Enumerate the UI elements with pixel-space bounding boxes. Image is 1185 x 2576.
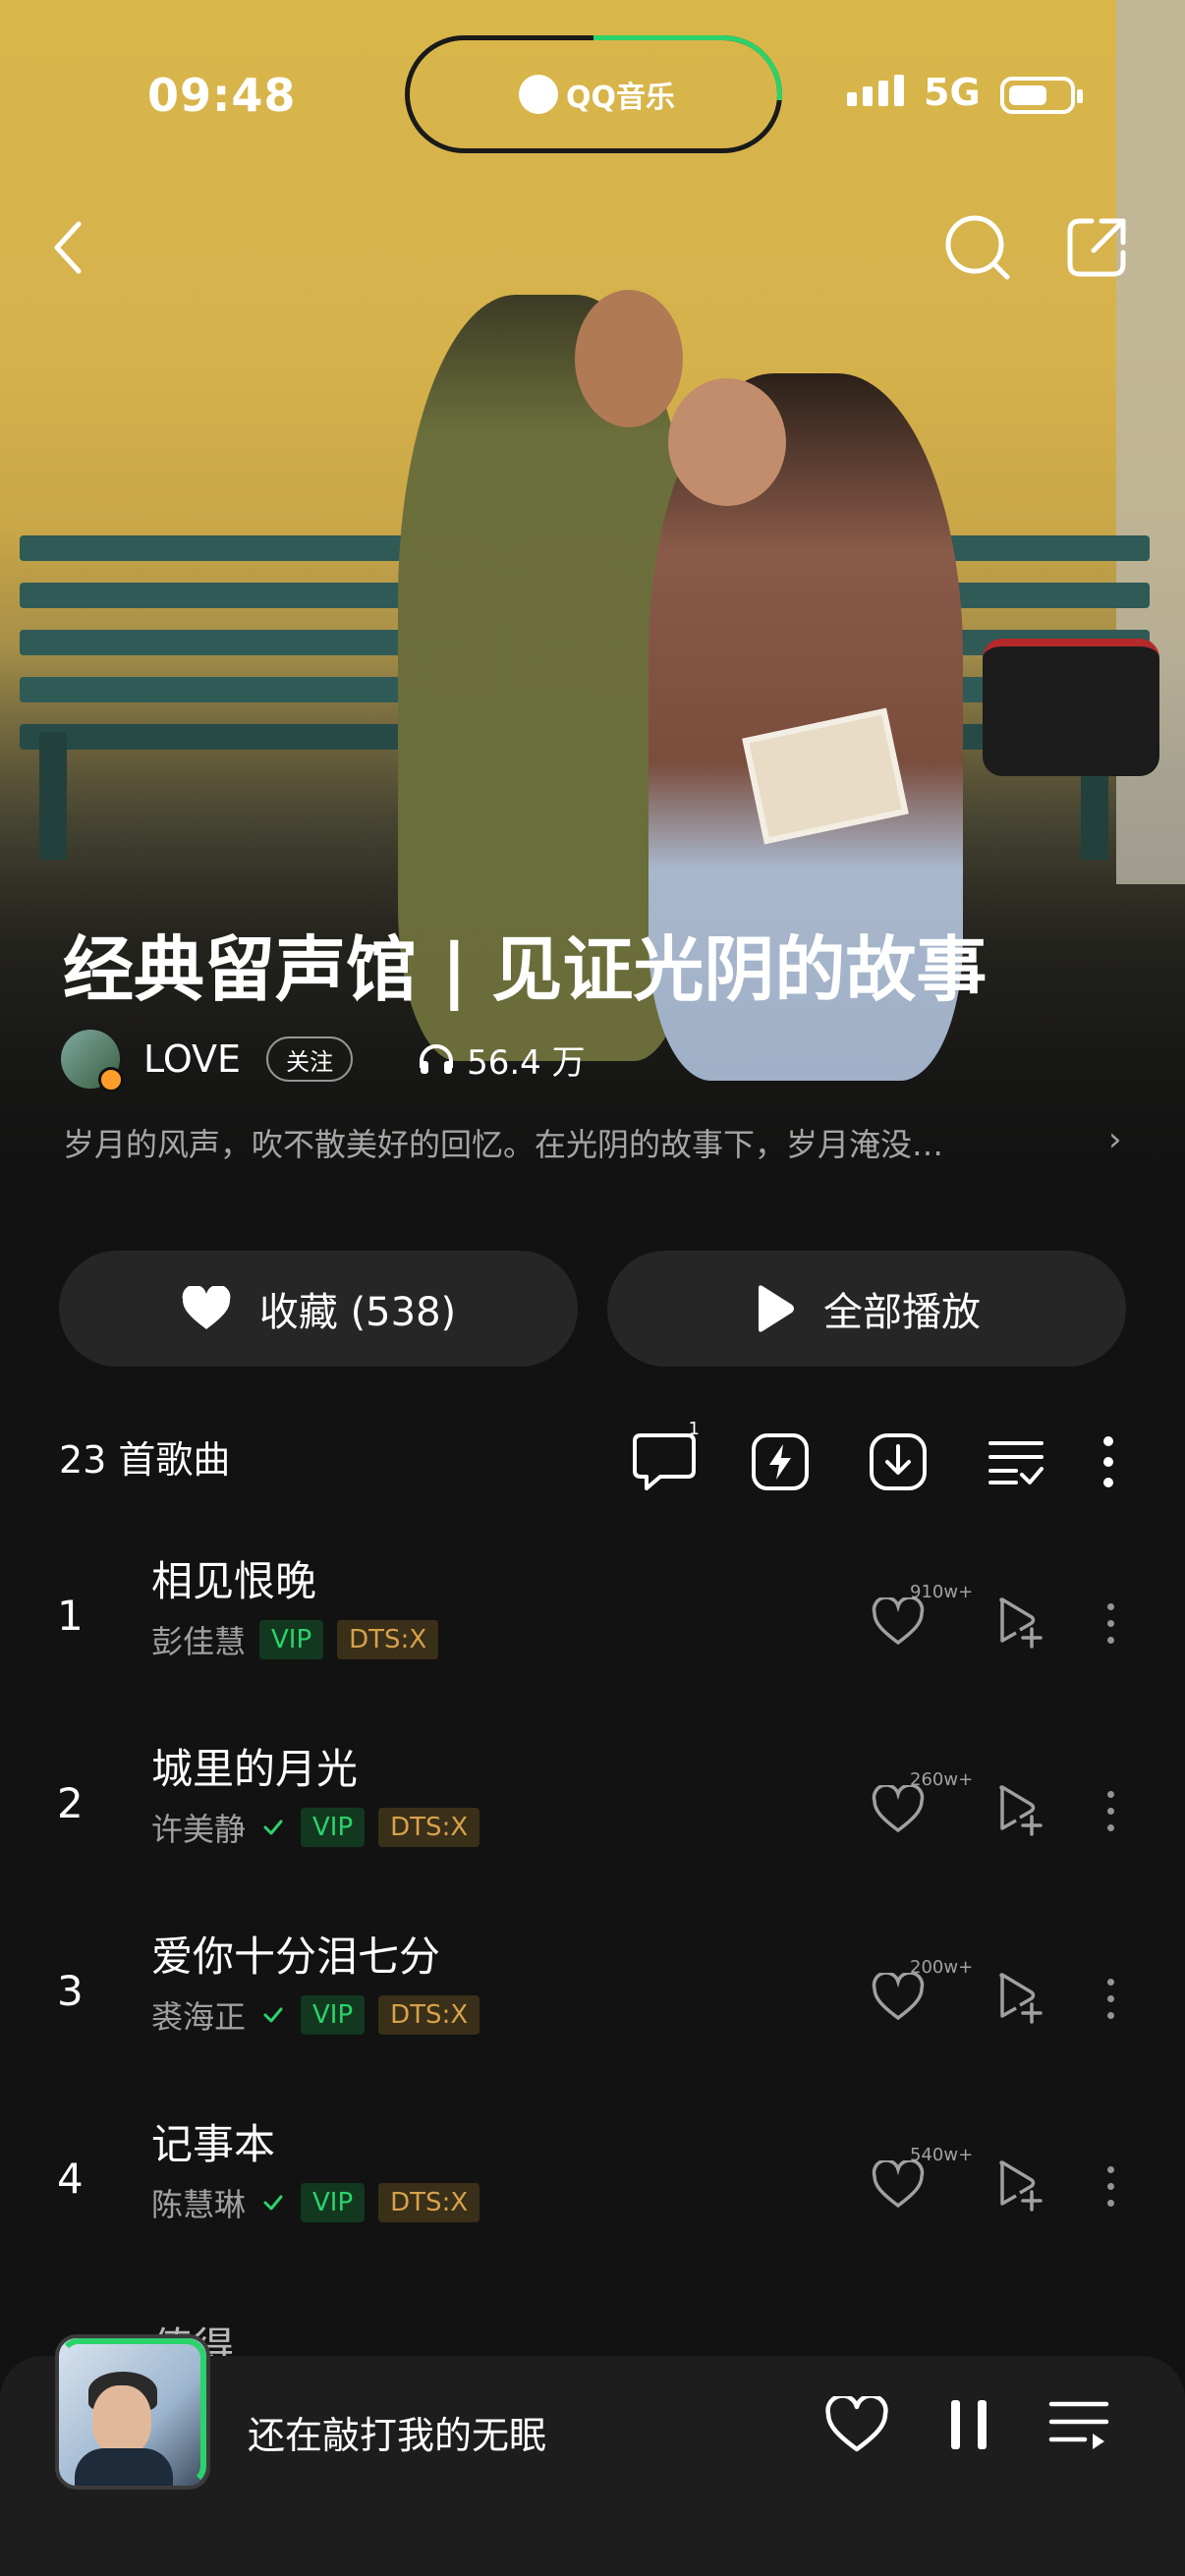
verified-icon (259, 1814, 287, 1841)
like-button[interactable] (818, 2385, 896, 2464)
song-more-button[interactable] (1091, 1783, 1130, 1838)
playback-progress-ring (59, 2338, 206, 2486)
dts-badge: DTS:X (378, 1995, 480, 2035)
comments-button[interactable]: 1 (627, 1419, 702, 1499)
battery-icon (1000, 77, 1083, 114)
playlist-queue-button[interactable] (1040, 2385, 1118, 2464)
heart-outline-icon[interactable] (871, 2160, 926, 2210)
pause-button[interactable] (930, 2385, 1008, 2464)
song-row[interactable]: 2 城里的月光 许美静 VIP DTS:X 260w+ (0, 1714, 1185, 1901)
list-toolbar: 1 (0, 1419, 1185, 1499)
headphones-icon (420, 1044, 454, 1074)
description-expand-icon[interactable]: › (1108, 1120, 1122, 1159)
heart-outline-icon[interactable] (871, 1597, 926, 1647)
more-vertical-icon (1103, 1436, 1113, 1487)
share-button[interactable] (1057, 208, 1136, 287)
back-button[interactable] (29, 208, 108, 287)
song-row[interactable]: 1 相见恨晚 彭佳慧 VIP DTS:X 910w+ (0, 1527, 1185, 1713)
download-icon (870, 1433, 927, 1490)
play-next-icon[interactable] (992, 2158, 1047, 2213)
play-all-button[interactable]: 全部播放 (607, 1251, 1126, 1367)
song-subtitle: 陈慧琳 VIP DTS:X (151, 2180, 480, 2225)
network-type: 5G (924, 71, 981, 114)
like-count: 260w+ (910, 1769, 974, 1790)
verified-icon (259, 2189, 287, 2216)
pause-icon (951, 2400, 987, 2449)
now-playing-title[interactable]: 还在敲打我的无眠 (248, 2405, 546, 2459)
vip-badge: VIP (301, 1808, 366, 1847)
heart-outline-icon[interactable] (871, 1785, 926, 1834)
level-badge-icon (98, 1067, 124, 1092)
status-bar: 09:48 QQ音乐 5G (0, 0, 1185, 196)
queue-icon (1048, 2401, 1109, 2449)
clock: 09:48 (147, 69, 297, 122)
favorite-button[interactable]: 收藏 (538) (59, 1251, 578, 1367)
playlist-title: 经典留声馆 | 见证光阴的故事 (63, 928, 988, 1011)
play-icon (759, 1285, 794, 1332)
dts-badge: DTS:X (378, 2183, 480, 2222)
now-playing-cover[interactable] (55, 2334, 210, 2490)
artist-name: 许美静 (151, 1811, 247, 1848)
song-number: 2 (57, 1779, 84, 1827)
quick-play-button[interactable] (743, 1425, 818, 1499)
island-app-label: QQ音乐 (519, 73, 675, 116)
song-subtitle: 裘海正 VIP DTS:X (151, 1992, 480, 2038)
song-title: 城里的月光 (151, 1745, 359, 1793)
chevron-left-icon (54, 221, 82, 274)
play-next-icon[interactable] (992, 1783, 1047, 1838)
play-count: 56.4 万 (418, 1036, 586, 1084)
song-more-button[interactable] (1091, 1971, 1130, 2026)
artist-name: 彭佳慧 (151, 1623, 247, 1660)
qq-music-logo-icon (519, 75, 558, 114)
artist-name: 陈慧琳 (151, 2186, 247, 2223)
song-number: 1 (57, 1592, 84, 1640)
bag (983, 639, 1159, 776)
author-name[interactable]: LOVE (143, 1037, 241, 1081)
vip-badge: VIP (301, 2183, 366, 2222)
heart-icon (182, 1286, 231, 1329)
list-check-icon (988, 1441, 1044, 1484)
share-icon (1067, 218, 1126, 277)
like-count: 910w+ (910, 1582, 974, 1602)
song-more-button[interactable] (1091, 2158, 1130, 2213)
verified-icon (259, 2001, 287, 2029)
song-number: 3 (57, 1967, 84, 2015)
playlist-meta: LOVE 关注 56.4 万 (61, 1030, 586, 1092)
play-next-icon[interactable] (992, 1971, 1047, 2026)
lightning-icon (752, 1433, 809, 1490)
dts-badge: DTS:X (378, 1808, 480, 1847)
song-title: 记事本 (151, 2120, 276, 2168)
song-more-button[interactable] (1091, 1596, 1130, 1651)
vip-badge: VIP (301, 1995, 366, 2035)
search-button[interactable] (938, 208, 1017, 287)
heart-outline-icon[interactable] (871, 1973, 926, 2022)
author-avatar[interactable] (61, 1030, 124, 1092)
download-button[interactable] (861, 1425, 935, 1499)
more-options-button[interactable] (1071, 1425, 1146, 1499)
like-count: 200w+ (910, 1957, 974, 1978)
heart-outline-icon (825, 2396, 888, 2452)
artist-name: 裘海正 (151, 1998, 247, 2036)
song-title: 相见恨晚 (151, 1557, 317, 1605)
signal-icon (847, 75, 904, 106)
like-count: 540w+ (910, 2145, 974, 2165)
dts-badge: DTS:X (337, 1620, 439, 1659)
playlist-description[interactable]: 岁月的风声，吹不散美好的回忆。在光阴的故事下，岁月淹没… (63, 1120, 1045, 1165)
play-next-icon[interactable] (992, 1596, 1047, 1651)
vip-badge: VIP (259, 1620, 324, 1659)
search-icon (945, 215, 1010, 280)
comment-icon (633, 1433, 696, 1490)
song-row[interactable]: 4 记事本 陈慧琳 VIP DTS:X 540w+ (0, 2090, 1185, 2276)
song-number: 4 (57, 2155, 84, 2203)
song-subtitle: 彭佳慧 VIP DTS:X (151, 1617, 439, 1662)
batch-select-button[interactable] (979, 1425, 1053, 1499)
song-row[interactable]: 3 爱你十分泪七分 裘海正 VIP DTS:X 200w+ (0, 1902, 1185, 2089)
song-subtitle: 许美静 VIP DTS:X (151, 1805, 480, 1850)
follow-button[interactable]: 关注 (266, 1036, 354, 1082)
song-title: 爱你十分泪七分 (151, 1932, 441, 1981)
